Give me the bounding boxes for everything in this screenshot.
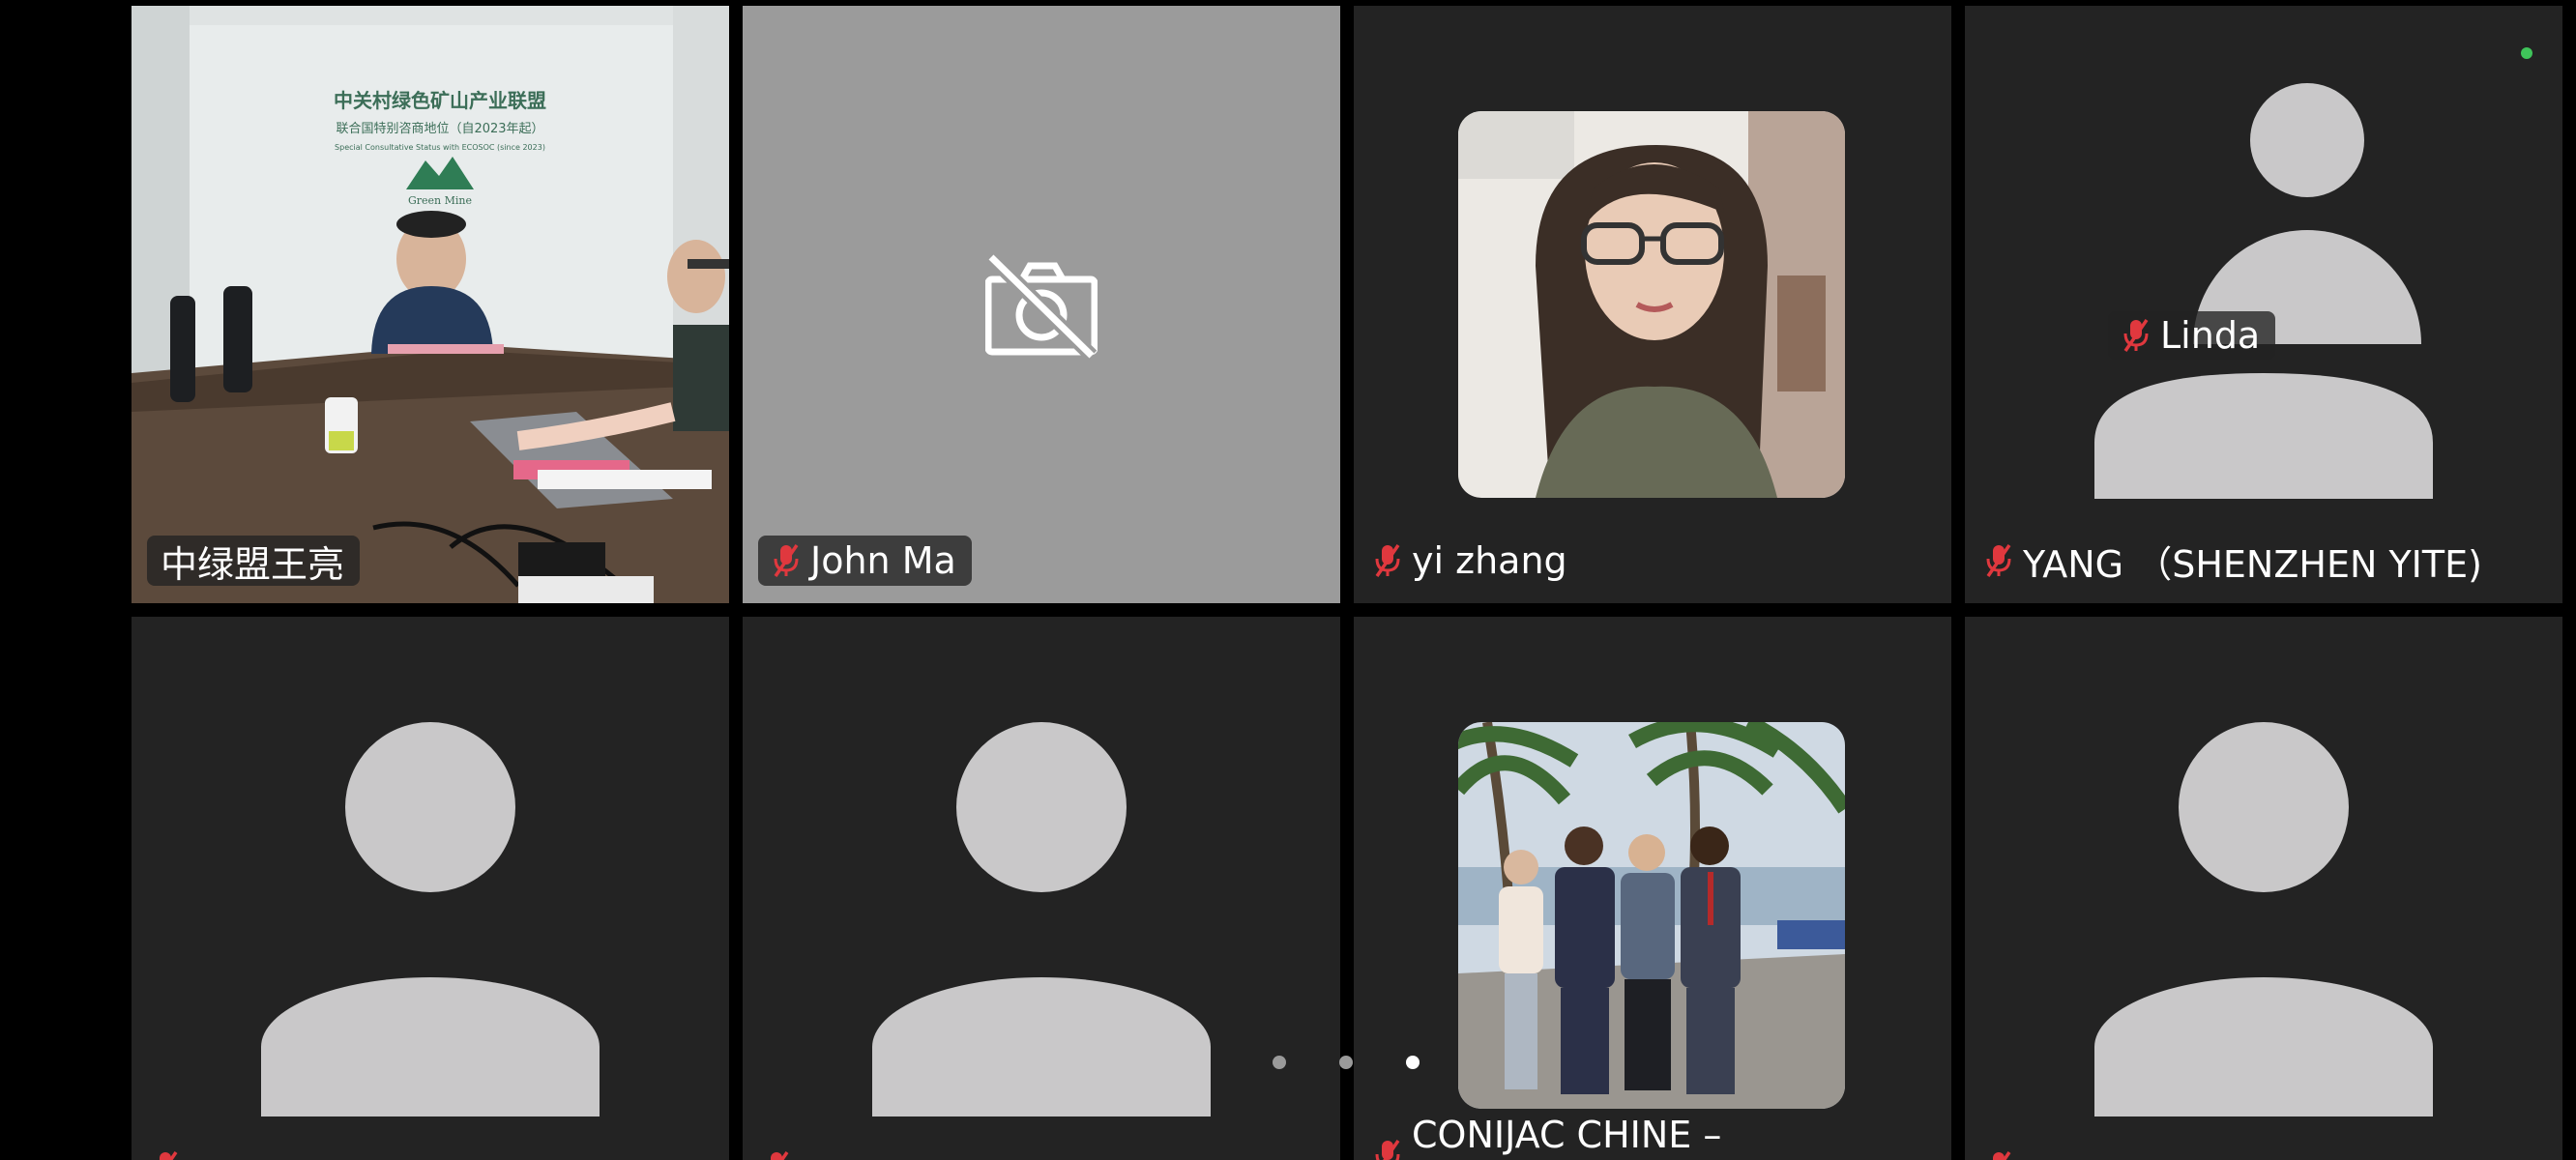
avatar-icon <box>2094 373 2433 499</box>
participant-name: yi zhang <box>1412 539 1567 582</box>
avatar-icon <box>872 722 1211 1116</box>
video-tile-participant-2[interactable]: John Ma <box>743 6 1340 603</box>
wall-subtitle: 联合国特别咨商地位（自2023年起） <box>336 122 543 136</box>
profile-photo <box>1458 722 1845 1109</box>
mic-muted-icon <box>762 1150 791 1160</box>
participant-name: CONIJAC CHINE – <box>1412 1114 1722 1156</box>
participant-name-tag <box>758 1143 816 1160</box>
participant-name: 中绿盟王亮 <box>161 542 345 586</box>
page-dot-3-active[interactable] <box>1406 1056 1420 1069</box>
logo-text: Green Mine <box>408 194 472 207</box>
participant-name: Linda <box>2160 314 2261 357</box>
mic-muted-icon <box>1373 543 1402 578</box>
mic-muted-icon <box>1984 543 2013 578</box>
participant-name-tag: 中绿盟王亮 <box>147 536 361 586</box>
video-tile-participant-8[interactable] <box>1965 617 2562 1160</box>
participant-name-tag: John Ma <box>758 536 972 586</box>
floating-name-tag: Linda <box>2108 311 2276 360</box>
profile-photo <box>1458 111 1845 498</box>
video-feed: 中关村绿色矿山产业联盟 联合国特别咨商地位（自2023年起） Special C… <box>132 6 729 603</box>
page-dot-1[interactable] <box>1273 1056 1286 1069</box>
mic-muted-icon <box>2122 318 2151 353</box>
participant-name: YANG （SHENZHEN YITE) <box>2023 542 2482 586</box>
participant-name-tag <box>1980 1143 2038 1160</box>
participant-name-tag <box>147 1143 205 1160</box>
page-dot-2[interactable] <box>1339 1056 1353 1069</box>
video-tile-participant-6[interactable] <box>743 617 1340 1160</box>
participant-name-tag: yi zhang <box>1369 536 1583 586</box>
participant-name-tag: CONIJAC CHINE – <box>1369 1108 1737 1160</box>
wall-english: Special Consultative Status with ECOSOC … <box>335 143 545 152</box>
avatar-icon <box>2250 83 2364 197</box>
video-tile-participant-7[interactable]: CONIJAC CHINE – <box>1354 617 1951 1160</box>
avatar-icon <box>2094 722 2433 1116</box>
camera-off-icon <box>985 251 1098 362</box>
mic-muted-icon <box>1984 1150 2013 1160</box>
avatar-icon <box>261 722 600 1116</box>
video-tile-participant-5[interactable] <box>132 617 729 1160</box>
video-tile-participant-1[interactable]: 中关村绿色矿山产业联盟 联合国特别咨商地位（自2023年起） Special C… <box>132 6 729 603</box>
mic-muted-icon <box>151 1150 180 1160</box>
video-tile-participant-3[interactable]: yi zhang <box>1354 6 1951 603</box>
mic-muted-icon <box>1373 1139 1402 1160</box>
active-speaker-dot <box>2521 47 2532 59</box>
mic-muted-icon <box>772 543 801 578</box>
participant-name-tag: YANG （SHENZHEN YITE) <box>1980 536 2498 586</box>
participant-name: John Ma <box>810 539 956 582</box>
wall-slogan: 中关村绿色矿山产业联盟 <box>334 89 546 112</box>
video-tile-participant-4[interactable]: Linda YANG （SHENZHEN YITE) <box>1965 6 2562 603</box>
